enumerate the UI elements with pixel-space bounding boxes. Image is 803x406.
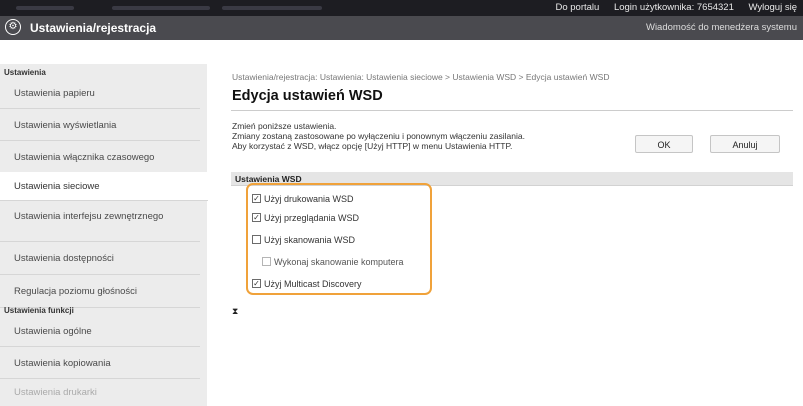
settings-gear-icon: ⚙	[5, 19, 21, 35]
blurred-logo	[16, 6, 74, 10]
ok-button[interactable]: OK	[635, 135, 693, 153]
sidebar-item-printer[interactable]: Ustawienia drukarki	[0, 380, 200, 406]
sidebar-item-external-interface[interactable]: Ustawienia interfejsu zewnętrznego	[0, 202, 200, 242]
sidebar-item-general[interactable]: Ustawienia ogólne	[0, 316, 200, 347]
sidebar-section-settings: Ustawienia	[4, 68, 46, 77]
page-title: Edycja ustawień WSD	[232, 88, 383, 104]
sidebar-item-network[interactable]: Ustawienia sieciowe	[0, 172, 208, 201]
blurred-device-name	[112, 6, 210, 10]
portal-link[interactable]: Do portalu	[555, 2, 599, 13]
cancel-button[interactable]: Anuluj	[710, 135, 780, 153]
sidebar-item-volume[interactable]: Regulacja poziomu głośności	[0, 276, 200, 308]
login-value: 7654321	[696, 2, 734, 13]
description-line-3: Aby korzystać z WSD, włącz opcję [Użyj H…	[232, 141, 513, 151]
sidebar-item-accessibility[interactable]: Ustawienia dostępności	[0, 242, 200, 275]
sidebar: Ustawienia Ustawienia papieru Ustawienia…	[0, 64, 208, 406]
app-title: Ustawienia/rejestracja	[30, 21, 157, 35]
description-line-1: Zmień poniższe ustawienia.	[232, 121, 337, 131]
admin-message-link[interactable]: Wiadomość do menedżera systemu	[646, 22, 797, 33]
title-bar: ⚙ Ustawienia/rejestracja Wiadomość do me…	[0, 16, 803, 40]
sidebar-item-timer[interactable]: Ustawienia włącznika czasowego	[0, 142, 200, 173]
description-line-2: Zmiany zostaną zastosowane po wyłączeniu…	[232, 131, 525, 141]
collapse-arrow-icon[interactable]: ⧗	[232, 306, 238, 317]
blurred-device-info	[222, 6, 322, 10]
login-label: Login użytkownika: 7654321	[613, 2, 734, 13]
top-bar: Do portalu Login użytkownika: 7654321 Wy…	[0, 0, 803, 16]
logout-link[interactable]: Wyloguj się	[749, 2, 798, 13]
sidebar-item-copy[interactable]: Ustawienia kopiowania	[0, 348, 200, 379]
title-divider	[231, 110, 793, 111]
options-highlight-frame	[246, 183, 432, 295]
sidebar-section-functions: Ustawienia funkcji	[4, 306, 74, 315]
breadcrumb: Ustawienia/rejestracja: Ustawienia: Usta…	[232, 72, 610, 82]
sidebar-item-paper[interactable]: Ustawienia papieru	[0, 78, 200, 109]
sidebar-item-display[interactable]: Ustawienia wyświetlania	[0, 110, 200, 141]
